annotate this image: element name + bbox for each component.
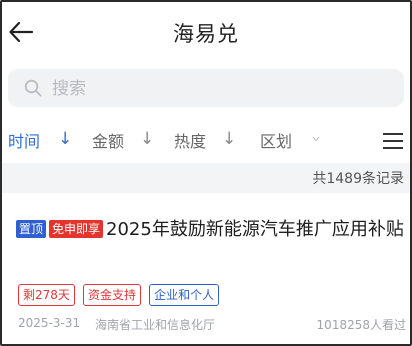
filter-amount[interactable]: 金额 — [92, 128, 124, 152]
publish-date: 2025-3-31 — [18, 316, 81, 330]
filter-time[interactable]: 时间 — [8, 128, 40, 152]
sort-time-arrow-icon[interactable]: ↓ — [58, 129, 72, 149]
search-bar[interactable] — [8, 69, 404, 107]
filter-heat[interactable]: 热度 — [174, 128, 206, 152]
sort-amount-arrow-icon[interactable]: ↓ — [140, 129, 154, 149]
list-menu-icon[interactable] — [382, 132, 404, 150]
filter-region[interactable]: 区划 — [260, 128, 292, 152]
header: 海易兑 — [2, 2, 410, 62]
department: 海南省工业和信息化厅 — [95, 318, 216, 332]
sort-heat-arrow-icon[interactable]: ↓ — [222, 129, 236, 149]
item-title-block[interactable]: 置顶 免申即享 2025年鼓励新能源汽车推广应用补贴 — [16, 216, 408, 244]
search-input[interactable] — [50, 76, 374, 102]
view-count: 1018258人看过 — [316, 318, 406, 332]
page-title: 海易兑 — [173, 22, 239, 46]
record-count: 共1489条记录 — [312, 171, 404, 187]
target-audience-badge: 企业和个人 — [149, 284, 220, 306]
app-frame: 海易兑 时间 ↓ 金额 ↓ 热度 ↓ 区划 共1489条记录 置顶免申即享202… — [0, 0, 412, 346]
pinned-tag: 置顶 — [16, 220, 47, 238]
chevron-down-icon[interactable] — [312, 136, 320, 142]
search-icon — [24, 79, 42, 97]
auto-enjoy-tag: 免申即享 — [49, 220, 104, 238]
record-count-bar: 共1489条记录 — [2, 163, 410, 193]
item-badges: 剩278天 资金支持 企业和个人 — [18, 284, 222, 306]
remaining-days-badge: 剩278天 — [18, 284, 75, 306]
filter-bar: 时间 ↓ 金额 ↓ 热度 ↓ 区划 — [2, 122, 410, 158]
list-item[interactable]: 置顶 免申即享 2025年鼓励新能源汽车推广应用补贴 剩278天 资金支持 企业和个… — [2, 200, 410, 344]
item-title[interactable]: 2025年鼓励新能源汽车推广应用补贴 — [106, 219, 404, 240]
funding-support-badge: 资金支持 — [83, 284, 142, 306]
